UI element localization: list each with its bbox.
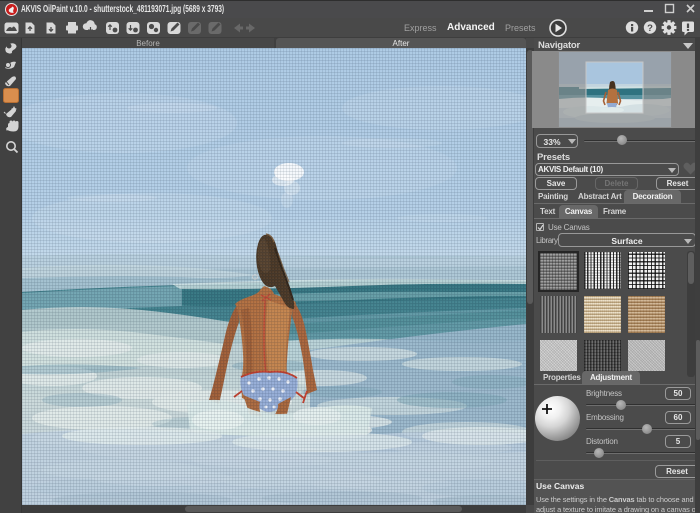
svg-text:?: ? — [647, 23, 653, 34]
